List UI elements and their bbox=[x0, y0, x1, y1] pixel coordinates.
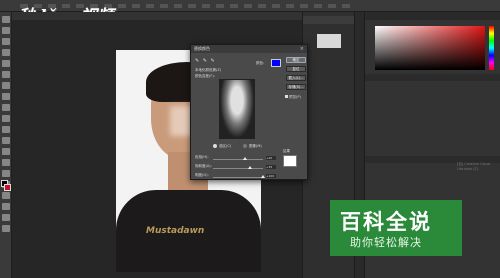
tools-panel bbox=[0, 12, 12, 278]
dialog-title: 替换颜色 bbox=[194, 46, 210, 51]
move-tool-icon[interactable] bbox=[2, 16, 10, 23]
lightness-slider-track[interactable] bbox=[213, 175, 265, 178]
save-button[interactable]: 存储(S)... bbox=[286, 84, 306, 90]
eyedropper-tool-icon[interactable] bbox=[2, 71, 10, 78]
image-radio-label: 图像(M) bbox=[249, 144, 262, 148]
image-radio[interactable]: 图像(M) bbox=[243, 144, 262, 149]
hue-value[interactable]: +20 bbox=[266, 156, 276, 160]
hue-slider-track[interactable] bbox=[213, 157, 263, 160]
banner-main-text: 百科全说 bbox=[340, 210, 432, 234]
cancel-button[interactable]: 复位 bbox=[286, 66, 306, 72]
dialog-title-bar[interactable]: 替换颜色 × bbox=[191, 45, 307, 53]
result-label: 结果 bbox=[283, 149, 290, 153]
hue-slider[interactable] bbox=[489, 26, 494, 70]
selection-radio-label: 选区(C) bbox=[219, 144, 232, 148]
hue-label: 色相(H): bbox=[195, 155, 209, 159]
selection-radio[interactable]: 选区(C) bbox=[213, 144, 231, 149]
eyedropper-icons[interactable]: ✎ ✎ ✎ bbox=[195, 58, 216, 64]
document-tab-bar[interactable] bbox=[12, 12, 302, 20]
history-snapshot[interactable] bbox=[317, 34, 341, 48]
lasso-tool-icon[interactable] bbox=[2, 38, 10, 45]
zoom-tool-icon[interactable] bbox=[2, 225, 10, 232]
lightness-label: 明度(G): bbox=[195, 173, 209, 177]
preview-label: 预览(P) bbox=[289, 95, 301, 99]
close-icon[interactable]: × bbox=[300, 45, 304, 53]
dodge-tool-icon[interactable] bbox=[2, 159, 10, 166]
path-select-tool-icon[interactable] bbox=[2, 192, 10, 199]
localized-clusters-checkbox[interactable]: 本地化颜色簇(Z) bbox=[195, 68, 221, 73]
eraser-tool-icon[interactable] bbox=[2, 126, 10, 133]
ok-button[interactable]: 确定 bbox=[286, 57, 306, 63]
shirt-print-text: Mustadawn bbox=[146, 226, 205, 236]
color-label: 颜色: bbox=[256, 61, 265, 65]
replace-color-dialog: 替换颜色 × ✎ ✎ ✎ 本地化颜色簇(Z) 颜色: 颜色容差(F): 确定 复… bbox=[190, 44, 308, 180]
lightness-value[interactable]: +100 bbox=[266, 174, 276, 178]
brush-tool-icon[interactable] bbox=[2, 93, 10, 100]
color-panel-tabs[interactable] bbox=[365, 12, 500, 20]
load-button[interactable]: 载入(L)... bbox=[286, 75, 306, 81]
saturation-slider-track[interactable] bbox=[213, 166, 263, 169]
hand-tool-icon[interactable] bbox=[2, 214, 10, 221]
quick-select-tool-icon[interactable] bbox=[2, 49, 10, 56]
selection-preview[interactable] bbox=[219, 79, 255, 139]
gradient-tool-icon[interactable] bbox=[2, 137, 10, 144]
background-color-swatch[interactable] bbox=[4, 184, 11, 191]
color-picker-field[interactable] bbox=[375, 26, 485, 70]
healing-tool-icon[interactable] bbox=[2, 82, 10, 89]
stamp-tool-icon[interactable] bbox=[2, 104, 10, 111]
saturation-value[interactable]: +35 bbox=[266, 165, 276, 169]
crop-tool-icon[interactable] bbox=[2, 60, 10, 67]
preview-checkbox[interactable]: 预览(P) bbox=[285, 95, 301, 100]
history-brush-tool-icon[interactable] bbox=[2, 115, 10, 122]
shape-tool-icon[interactable] bbox=[2, 203, 10, 210]
pen-tool-icon[interactable] bbox=[2, 170, 10, 177]
saturation-label: 饱和度(A): bbox=[195, 164, 212, 168]
marquee-tool-icon[interactable] bbox=[2, 27, 10, 34]
banner-sub-text: 助你轻松解决 bbox=[350, 236, 422, 249]
adjustments-panel-header[interactable] bbox=[365, 74, 500, 81]
result-color-swatch[interactable] bbox=[283, 155, 297, 167]
libraries-caption: [包] Creative Cloud Libraries (C) bbox=[457, 162, 491, 171]
fuzziness-label: 颜色容差(F): bbox=[195, 74, 215, 78]
baike-banner: 百科全说 助你轻松解决 bbox=[330, 200, 462, 256]
blur-tool-icon[interactable] bbox=[2, 148, 10, 155]
target-color-swatch[interactable] bbox=[271, 59, 281, 67]
photoshop-window: 秒dǒng视频 Mustadawn bbox=[0, 0, 500, 278]
